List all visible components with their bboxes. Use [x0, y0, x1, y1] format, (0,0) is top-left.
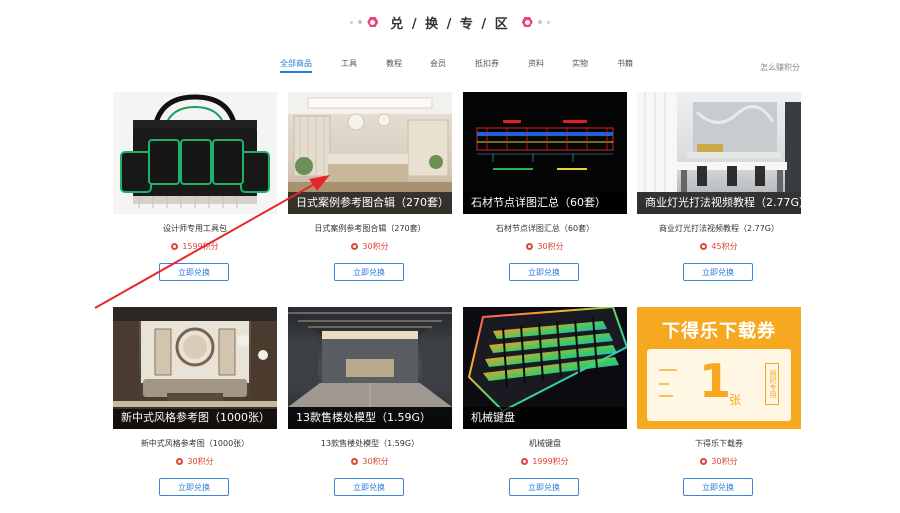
cad-drawing-image[interactable]: 石材节点详图汇总（60套） — [463, 92, 627, 214]
product-card[interactable]: 石材节点详图汇总（60套） 石材节点详图汇总（60套） 30积分 立即兑换 — [463, 92, 627, 292]
product-name[interactable]: 商业灯光打法视频教程（2.77G） — [637, 223, 801, 234]
product-points: 30积分 — [113, 456, 277, 467]
image-caption: 新中式风格参考图（1000张） — [113, 407, 277, 429]
redeem-button[interactable]: 立即兑换 — [159, 263, 229, 281]
points-icon — [526, 243, 534, 250]
hexagon-icon — [521, 17, 533, 27]
tab-vouchers[interactable]: 抵扣券 — [475, 58, 499, 69]
tab-physical[interactable]: 实物 — [572, 58, 588, 69]
product-name[interactable]: 设计师专用工具包 — [113, 223, 277, 234]
product-name[interactable]: 13款售楼处模型（1.59G） — [288, 438, 452, 449]
image-caption: 日式案例参考图合辑（270套） — [288, 192, 452, 214]
product-points: 1599积分 — [113, 241, 277, 252]
redeem-button[interactable]: 立即兑换 — [509, 263, 579, 281]
tab-books[interactable]: 书籍 — [617, 58, 633, 69]
tab-all-products[interactable]: 全部商品 — [280, 58, 312, 73]
redeem-button[interactable]: 立即兑换 — [509, 478, 579, 496]
product-card[interactable]: 日式案例参考图合辑（270套） 日式案例参考图合辑（270套） 30积分 立即兑… — [288, 92, 452, 292]
points-icon — [351, 458, 359, 465]
redeem-button[interactable]: 立即兑换 — [683, 263, 753, 281]
redeem-button[interactable]: 立即兑换 — [683, 478, 753, 496]
product-points: 1999积分 — [463, 456, 627, 467]
sales-hall-image[interactable]: 13款售楼处模型（1.59G） — [288, 307, 452, 429]
header-decoration-right — [521, 17, 550, 28]
product-points: 30积分 — [637, 456, 801, 467]
product-card[interactable]: 13款售楼处模型（1.59G） 13款售楼处模型（1.59G） 30积分 立即兑… — [288, 307, 452, 507]
product-card[interactable]: 商业灯光打法视频教程（2.77G） 商业灯光打法视频教程（2.77G） 45积分… — [637, 92, 801, 292]
product-points: 30积分 — [463, 241, 627, 252]
coupon-number: 1 — [699, 354, 732, 408]
tab-materials[interactable]: 资料 — [528, 58, 544, 69]
earn-points-link[interactable]: 怎么赚积分 — [760, 62, 800, 73]
product-name[interactable]: 下得乐下载券 — [637, 438, 801, 449]
japanese-room-image[interactable]: 日式案例参考图合辑（270套） — [288, 92, 452, 214]
product-points: 45积分 — [637, 241, 801, 252]
image-caption: 13款售楼处模型（1.59G） — [288, 407, 452, 429]
coupon-unit: 张 — [729, 393, 742, 407]
tab-tutorials[interactable]: 教程 — [386, 58, 402, 69]
chinese-room-image[interactable]: 新中式风格参考图（1000张） — [113, 307, 277, 429]
coupon-stamp: 限时专用 — [765, 363, 779, 405]
commercial-room-image[interactable]: 商业灯光打法视频教程（2.77G） — [637, 92, 801, 214]
points-icon — [700, 458, 708, 465]
points-icon — [171, 243, 179, 250]
product-name[interactable]: 新中式风格参考图（1000张） — [113, 438, 277, 449]
coupon-ticket: 1 张 限时专用 — [647, 349, 791, 421]
product-name[interactable]: 机械键盘 — [463, 438, 627, 449]
coupon-image[interactable]: 下得乐下载券 1 张 限时专用 — [637, 307, 801, 429]
tab-tools[interactable]: 工具 — [341, 58, 357, 69]
redeem-button[interactable]: 立即兑换 — [159, 478, 229, 496]
keyboard-image[interactable]: 机械键盘 — [463, 307, 627, 429]
product-points: 30积分 — [288, 456, 452, 467]
image-caption: 石材节点详图汇总（60套） — [463, 192, 627, 214]
product-name[interactable]: 石材节点详图汇总（60套） — [463, 223, 627, 234]
product-card[interactable]: 新中式风格参考图（1000张） 新中式风格参考图（1000张） 30积分 立即兑… — [113, 307, 277, 507]
tab-membership[interactable]: 会员 — [430, 58, 446, 69]
product-points: 30积分 — [288, 241, 452, 252]
header-decoration-left — [350, 17, 379, 28]
redeem-button[interactable]: 立即兑换 — [334, 263, 404, 281]
page-title: 兑 / 换 / 专 / 区 — [390, 16, 510, 32]
points-icon — [700, 243, 708, 250]
image-caption: 机械键盘 — [463, 407, 627, 429]
hexagon-icon — [367, 17, 379, 27]
product-card[interactable]: 下得乐下载券 1 张 限时专用 下得乐下载券 30积分 立即兑换 — [637, 307, 801, 507]
product-name[interactable]: 日式案例参考图合辑（270套） — [288, 223, 452, 234]
points-icon — [521, 458, 529, 465]
tool-bag-image[interactable] — [113, 92, 277, 214]
image-caption: 商业灯光打法视频教程（2.77G） — [637, 192, 801, 214]
points-icon — [176, 458, 184, 465]
coupon-title: 下得乐下载券 — [662, 321, 776, 342]
product-card[interactable]: 机械键盘 机械键盘 1999积分 立即兑换 — [463, 307, 627, 507]
redeem-button[interactable]: 立即兑换 — [334, 478, 404, 496]
active-tab-indicator — [280, 71, 312, 73]
product-card[interactable]: 设计师专用工具包 1599积分 立即兑换 — [113, 92, 277, 292]
points-icon — [351, 243, 359, 250]
page-header: 兑 / 换 / 专 / 区 — [0, 8, 900, 36]
